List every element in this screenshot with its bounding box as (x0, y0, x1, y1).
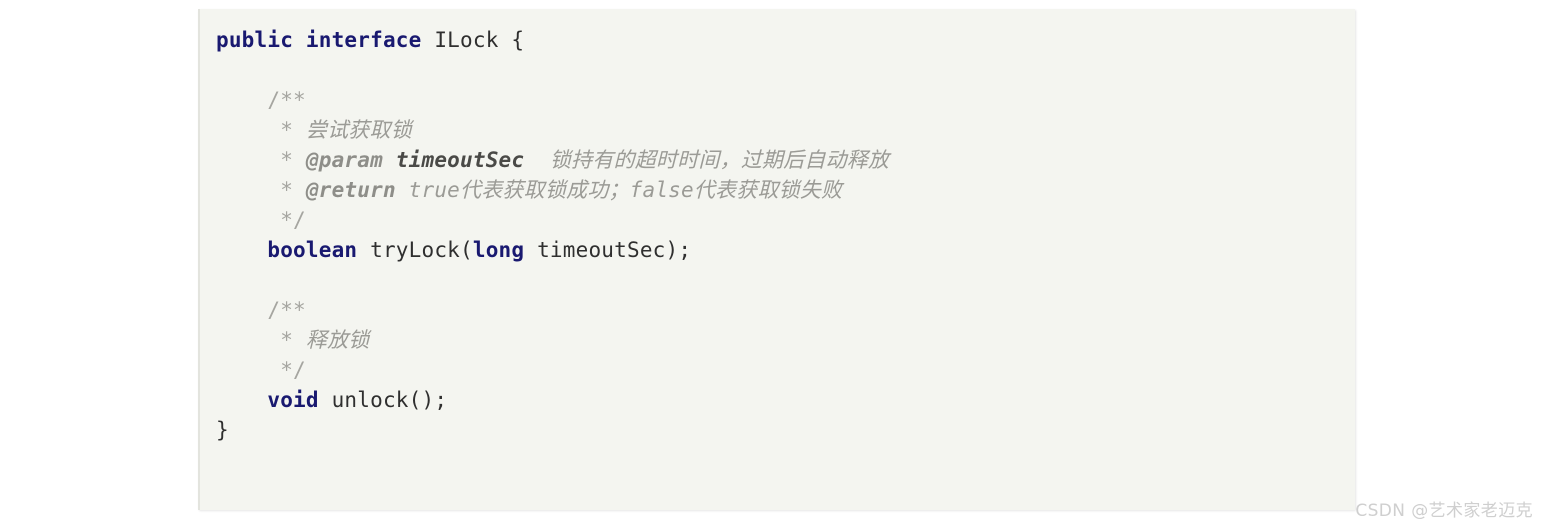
code-listing: public interface ILock { /** * 尝试获取锁 * @… (216, 25, 1355, 445)
code-token-plain: timeoutSec); (524, 238, 692, 262)
code-token-plain: unlock(); (318, 388, 448, 412)
code-token-keyword: void (267, 388, 319, 412)
code-line: */ (216, 205, 1355, 235)
code-token-plain: } (216, 418, 229, 442)
code-block: public interface ILock { /** * 尝试获取锁 * @… (198, 9, 1355, 510)
code-line: * @return true代表获取锁成功；false代表获取锁失败 (216, 175, 1355, 205)
code-token-plain: tryLock( (357, 238, 473, 262)
code-line: */ (216, 355, 1355, 385)
code-line: /** (216, 295, 1355, 325)
code-token-comment: 尝试获取锁 (305, 118, 412, 142)
code-token-keyword: interface (305, 28, 422, 52)
csdn-watermark: CSDN @艺术家老迈克 (1355, 501, 1533, 521)
code-token-keyword: public (216, 28, 294, 52)
code-token-keyword: long (472, 238, 525, 262)
code-token-comment-punct: * (280, 328, 306, 352)
code-token-comment: 锁持有的超时时间，过期后自动释放 (524, 148, 890, 172)
code-token-comment-param: timeoutSec (395, 148, 525, 172)
code-line: * 尝试获取锁 (216, 115, 1355, 145)
code-line: } (216, 415, 1355, 445)
code-token-comment-punct: * (280, 148, 306, 172)
code-line: /** (216, 85, 1355, 115)
code-token-comment-punct: /** (267, 88, 306, 112)
code-line: * @param timeoutSec 锁持有的超时时间，过期后自动释放 (216, 145, 1355, 175)
code-line: * 释放锁 (216, 325, 1355, 355)
code-token-comment: true代表获取锁成功；false代表获取锁失败 (395, 178, 843, 202)
code-line: void unlock(); (216, 385, 1355, 415)
code-token-comment-tag: @return (305, 178, 396, 202)
code-token-plain: ILock { (421, 28, 525, 52)
code-token-comment (383, 148, 396, 172)
code-token-comment-punct: */ (280, 358, 306, 382)
code-line: public interface ILock { (216, 25, 1355, 55)
code-line: boolean tryLock(long timeoutSec); (216, 235, 1355, 265)
code-token-comment-punct: * (280, 178, 306, 202)
code-token-comment-punct: /** (267, 298, 306, 322)
code-token-comment-tag: @param (305, 148, 383, 172)
code-token-comment-punct: */ (280, 208, 306, 232)
code-token-comment: 释放锁 (305, 328, 370, 352)
code-token-comment-punct: * (280, 118, 306, 142)
code-token-keyword: boolean (267, 238, 358, 262)
